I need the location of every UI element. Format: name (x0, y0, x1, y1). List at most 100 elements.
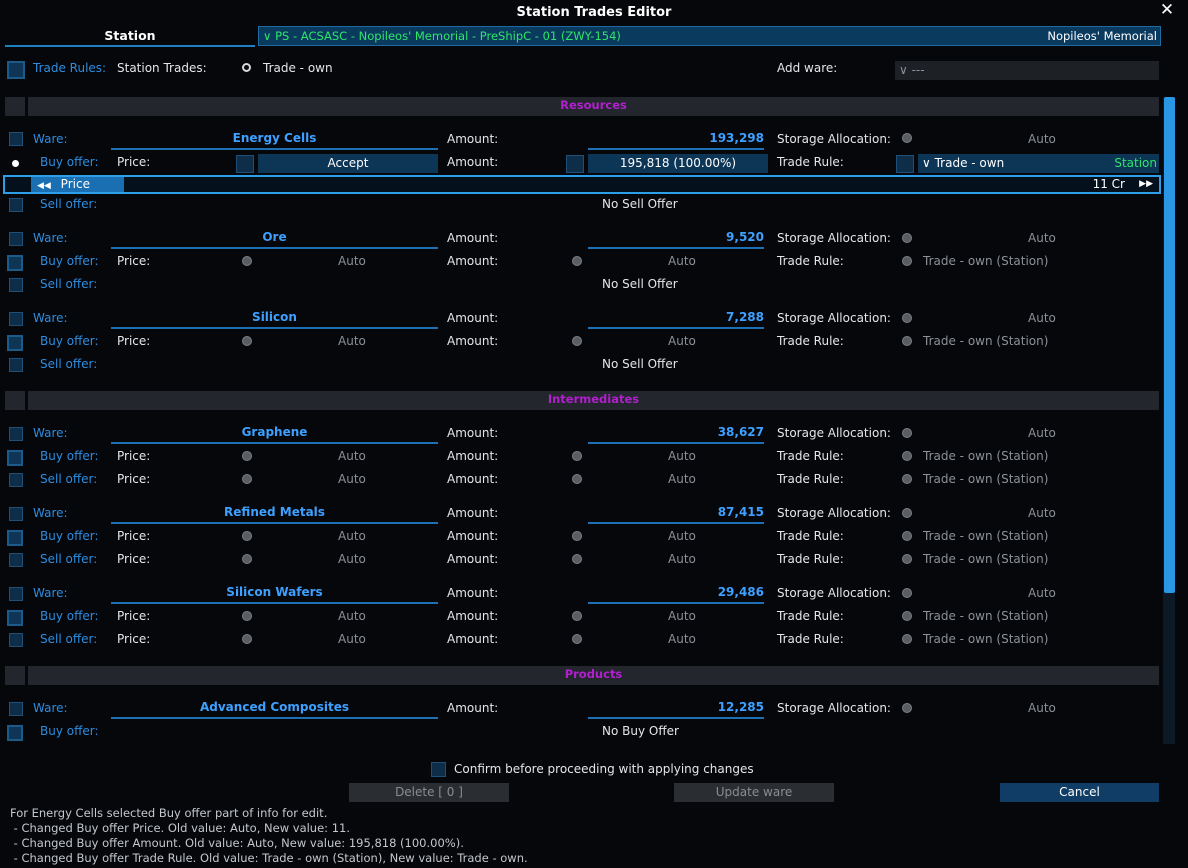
storage-allocation-value: Auto (1028, 311, 1056, 325)
amount-auto-radio[interactable] (572, 336, 582, 346)
trade-rule-value: Trade - own (Station) (923, 334, 1049, 348)
price-auto-radio[interactable] (242, 531, 252, 541)
price-auto-radio[interactable] (242, 474, 252, 484)
section-products-toggle[interactable] (5, 666, 25, 685)
station-selector[interactable]: ∨ PS - ACSASC - Nopileos' Memorial - Pre… (258, 26, 1161, 46)
trade-rule-radio[interactable] (902, 531, 912, 541)
price-auto-checkbox[interactable] (236, 155, 254, 173)
confirm-checkbox[interactable] (431, 762, 446, 777)
update-ware-button[interactable]: Update ware (674, 783, 834, 802)
buy-offer-checkbox[interactable] (7, 255, 23, 271)
trade-rules-checkbox[interactable] (7, 61, 25, 79)
price-auto-radio[interactable] (242, 451, 252, 461)
amount-auto-radio[interactable] (572, 531, 582, 541)
add-ware-dropdown[interactable]: ∨ --- (895, 61, 1159, 80)
amount-label: Amount: (447, 449, 499, 463)
amount-auto-radio[interactable] (572, 256, 582, 266)
storage-allocation-radio[interactable] (902, 703, 912, 713)
add-ware-label: Add ware: (777, 61, 838, 75)
storage-allocation-label: Storage Allocation: (777, 586, 891, 600)
price-auto-radio[interactable] (242, 611, 252, 621)
trade-rule-value: Trade - own (Station) (923, 449, 1049, 463)
amount-label: Amount: (447, 426, 499, 440)
ware-checkbox[interactable] (9, 702, 23, 716)
sell-offer-checkbox[interactable] (9, 553, 23, 567)
ware-checkbox[interactable] (9, 232, 23, 246)
storage-allocation-radio[interactable] (902, 588, 912, 598)
amount-auto-radio[interactable] (572, 634, 582, 644)
price-slider[interactable]: ◀◀ Price 11 Cr ▶▶ (3, 175, 1161, 194)
trade-rule-label: Trade Rule: (777, 529, 844, 543)
price-accept-button[interactable]: Accept (258, 154, 438, 173)
amount-auto-radio[interactable] (572, 554, 582, 564)
fast-forward-icon[interactable]: ▶▶ (1139, 177, 1153, 192)
amount-auto-radio[interactable] (572, 474, 582, 484)
trade-rule-label: Trade Rule: (777, 552, 844, 566)
trade-rule-radio[interactable] (902, 256, 912, 266)
trade-rule-radio[interactable] (902, 451, 912, 461)
ware-checkbox[interactable] (9, 427, 23, 441)
amount-value: Auto (668, 552, 696, 566)
amount-value-field[interactable]: 195,818 (100.00%) (588, 154, 768, 173)
trade-rule-label: Trade Rule: (777, 609, 844, 623)
amount-label: Amount: (447, 231, 499, 245)
close-icon[interactable]: ✕ (1156, 0, 1178, 22)
sell-offer-checkbox[interactable] (9, 278, 23, 292)
price-auto-radio[interactable] (242, 256, 252, 266)
rewind-icon[interactable]: ◀◀ (37, 181, 51, 191)
buy-offer-checkbox[interactable] (7, 725, 23, 741)
storage-allocation-radio[interactable] (902, 508, 912, 518)
cancel-button[interactable]: Cancel (1000, 783, 1159, 802)
trade-rule-value: ∨ Trade - own (922, 156, 1005, 170)
price-value: Auto (338, 472, 366, 486)
price-auto-radio[interactable] (242, 554, 252, 564)
price-auto-radio[interactable] (242, 336, 252, 346)
scrollbar-thumb[interactable] (1164, 97, 1175, 593)
buy-offer-label: Buy offer: (40, 155, 99, 169)
sell-offer-checkbox[interactable] (9, 473, 23, 487)
storage-allocation-radio[interactable] (902, 233, 912, 243)
trade-rule-radio[interactable] (902, 336, 912, 346)
storage-allocation-radio[interactable] (902, 313, 912, 323)
price-auto-radio[interactable] (242, 634, 252, 644)
buy-offer-checkbox[interactable] (7, 450, 23, 466)
trade-rule-radio[interactable] (902, 634, 912, 644)
amount-auto-radio[interactable] (572, 451, 582, 461)
trade-rule-radio[interactable] (902, 554, 912, 564)
buy-offer-checkbox[interactable] (7, 335, 23, 351)
amount-label: Amount: (447, 552, 499, 566)
trade-rule-dropdown[interactable]: ∨ Trade - own Station (918, 154, 1159, 173)
delete-button[interactable]: Delete [ 0 ] (349, 783, 509, 802)
amount-auto-checkbox[interactable] (566, 155, 584, 173)
selected-bullet-icon (12, 160, 19, 167)
ware-checkbox[interactable] (9, 507, 23, 521)
buy-offer-checkbox[interactable] (7, 530, 23, 546)
amount-value: Auto (668, 254, 696, 268)
section-resources-toggle[interactable] (5, 97, 25, 116)
trade-rule-radio[interactable] (902, 611, 912, 621)
trade-rule-value: Trade - own (Station) (923, 552, 1049, 566)
ware-checkbox[interactable] (9, 132, 23, 146)
ware-checkbox[interactable] (9, 587, 23, 601)
station-trades-radio[interactable] (242, 63, 251, 72)
trade-rule-radio[interactable] (902, 474, 912, 484)
storage-allocation-value: Auto (1028, 132, 1056, 146)
trade-rule-checkbox[interactable] (896, 155, 914, 173)
storage-allocation-radio[interactable] (902, 428, 912, 438)
sell-offer-checkbox[interactable] (9, 358, 23, 372)
storage-allocation-label: Storage Allocation: (777, 506, 891, 520)
price-value: Auto (338, 632, 366, 646)
ware-checkbox[interactable] (9, 312, 23, 326)
sell-offer-checkbox[interactable] (9, 633, 23, 647)
sell-offer-checkbox[interactable] (9, 198, 23, 212)
station-name: Nopileos' Memorial (1047, 29, 1157, 43)
storage-allocation-label: Storage Allocation: (777, 701, 891, 715)
ware-label: Ware: (33, 132, 68, 146)
amount-auto-radio[interactable] (572, 611, 582, 621)
storage-allocation-radio[interactable] (902, 133, 912, 143)
section-intermediates-toggle[interactable] (5, 391, 25, 410)
buy-offer-checkbox[interactable] (7, 610, 23, 626)
tab-station[interactable]: Station (5, 26, 255, 47)
change-log: For Energy Cells selected Buy offer part… (10, 806, 710, 866)
price-slider-handle[interactable]: ◀◀ Price (31, 177, 124, 192)
